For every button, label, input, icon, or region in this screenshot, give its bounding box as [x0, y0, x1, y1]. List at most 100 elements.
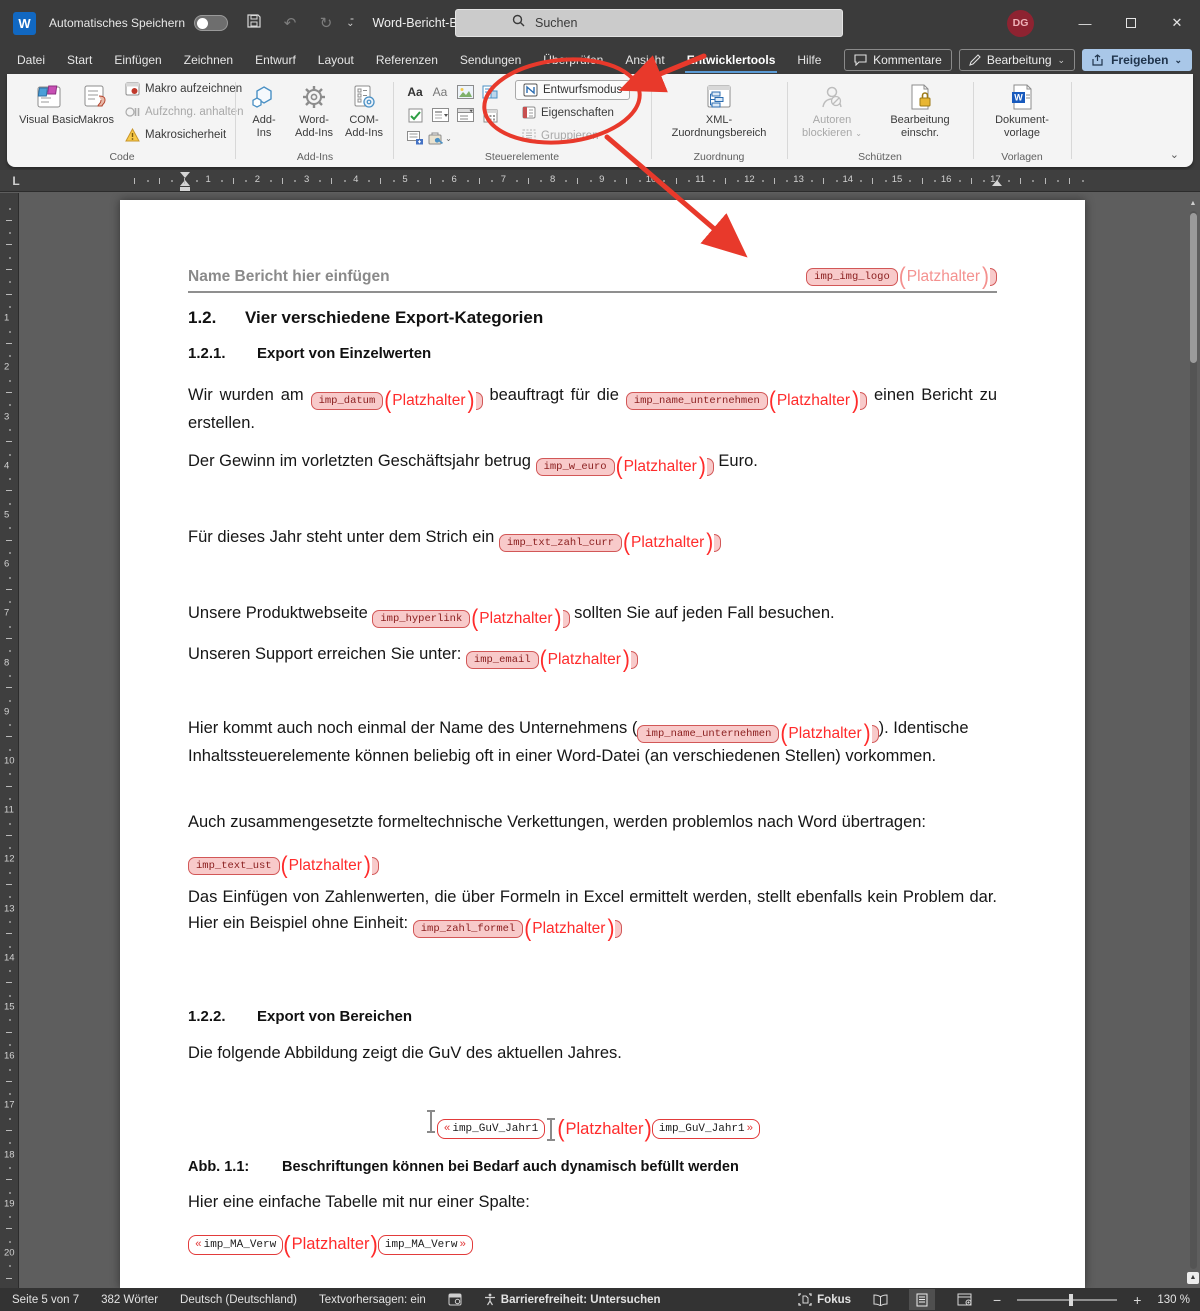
tab-referenzen[interactable]: Referenzen — [365, 48, 449, 72]
checkbox-control-icon[interactable] — [403, 104, 427, 126]
group-addins: Add-Ins Word-Add-Ins COM-Add-Ins Add-Ins — [239, 76, 391, 165]
save-icon[interactable] — [244, 13, 264, 33]
zoom-slider-thumb[interactable] — [1069, 1294, 1073, 1306]
restrict-editing-button[interactable]: Bearbeitungeinschr. — [877, 80, 963, 139]
group-button[interactable]: Gruppieren ⌄ — [522, 129, 610, 142]
content-control-imp-name-unternehmen[interactable]: imp_name_unternehmen(Platzhalter) — [626, 392, 867, 410]
autosave-toggle[interactable] — [194, 15, 228, 31]
content-control-imp-img-logo[interactable]: imp_img_logo ( Platzhalter ) — [806, 268, 997, 286]
bookmark-imp-ma-verw[interactable]: «imp_MA_Verw(Platzhalter)imp_MA_Verw» — [188, 1235, 473, 1255]
bearbeitung-button[interactable]: Bearbeitung⌄ — [959, 49, 1075, 71]
tab-layout[interactable]: Layout — [307, 48, 365, 72]
ribbon-tab-row: Datei Start Einfügen Zeichnen Entwurf La… — [0, 46, 1200, 74]
richtext-control-icon[interactable]: Aa — [403, 81, 427, 103]
paragraph-5: Unseren Support erreichen Sie unter: imp… — [188, 641, 997, 669]
content-control-imp-datum[interactable]: imp_datum(Platzhalter) — [311, 392, 483, 410]
tab-einfuegen[interactable]: Einfügen — [103, 48, 172, 72]
read-mode-button[interactable] — [867, 1289, 893, 1310]
datepicker-control-icon[interactable] — [478, 104, 502, 126]
content-control-imp-text-ust[interactable]: imp_text_ust(Platzhalter) — [188, 857, 379, 875]
zoom-level[interactable]: 130 % — [1157, 1294, 1190, 1306]
redo-icon[interactable]: ↻ — [316, 14, 336, 32]
tab-sendungen[interactable]: Sendungen — [449, 48, 532, 72]
text-predictions[interactable]: Textvorhersagen: ein — [319, 1294, 426, 1306]
web-layout-button[interactable] — [951, 1289, 977, 1310]
dropdown-control-icon[interactable] — [453, 104, 477, 126]
tab-ansicht[interactable]: Ansicht — [614, 48, 675, 72]
accessibility-check[interactable]: Barrierefreiheit: Untersuchen — [484, 1293, 661, 1306]
content-control-imp-txt-zahl-curr[interactable]: imp_txt_zahl_curr(Platzhalter) — [499, 534, 721, 552]
caption-abb-1-1: Abb. 1.1:Beschriftungen können bei Bedar… — [188, 1159, 997, 1175]
undo-icon[interactable]: ↶ — [280, 14, 300, 32]
word-addins-button[interactable]: Word-Add-Ins — [289, 80, 339, 139]
kommentare-button[interactable]: Kommentare — [844, 49, 952, 71]
content-control-imp-name-unternehmen-2[interactable]: imp_name_unternehmen(Platzhalter) — [637, 725, 878, 743]
content-control-imp-hyperlink[interactable]: imp_hyperlink(Platzhalter) — [372, 610, 569, 628]
makros-button[interactable]: Makros — [73, 80, 119, 127]
indent-marker[interactable] — [180, 172, 190, 190]
page-indicator[interactable]: Seite 5 von 7 — [12, 1294, 79, 1306]
combobox-control-icon[interactable] — [428, 104, 452, 126]
minimize-button[interactable]: — — [1062, 0, 1108, 46]
focus-button[interactable]: Fokus — [798, 1293, 851, 1306]
content-control-imp-email[interactable]: imp_email(Platzhalter) — [466, 651, 638, 669]
macro-security-button[interactable]: Makrosicherheit — [125, 128, 226, 142]
bookmark-start-tag[interactable]: «imp_GuV_Jahr1 — [437, 1119, 545, 1139]
bookmark-imp-guv-jahr1[interactable]: «imp_GuV_Jahr1(Platzhalter)imp_GuV_Jahr1… — [437, 1118, 761, 1141]
scroll-up-icon[interactable]: ▲ — [1187, 198, 1199, 210]
building-block-control-icon[interactable] — [478, 81, 502, 103]
xml-mapping-button[interactable]: XML-Zuordnungsbereich — [659, 80, 779, 139]
comment-icon — [854, 54, 867, 66]
tab-start[interactable]: Start — [56, 48, 103, 72]
properties-button[interactable]: Eigenschaften — [522, 106, 614, 119]
tab-entwurf[interactable]: Entwurf — [244, 48, 307, 72]
design-mode-button[interactable]: Entwurfsmodus — [515, 80, 630, 100]
picture-control-icon[interactable] — [453, 81, 477, 103]
tab-ueberpruefen[interactable]: Überprüfen — [532, 48, 614, 72]
search-input[interactable]: Suchen — [455, 9, 843, 37]
bookmark-start-tag[interactable]: «imp_MA_Verw — [188, 1235, 283, 1255]
plaintext-control-icon[interactable]: Aa — [428, 81, 452, 103]
toggle-knob — [197, 18, 208, 29]
ribbon-collapse-chevron[interactable]: ⌄ — [1170, 148, 1179, 161]
record-macro-button[interactable]: Makro aufzeichnen — [125, 82, 242, 96]
makros-icon — [73, 80, 119, 110]
repeating-section-control-icon[interactable] — [403, 127, 427, 149]
content-control-imp-w-euro[interactable]: imp_w_euro(Platzhalter) — [536, 458, 714, 476]
content-control-imp-zahl-formel[interactable]: imp_zahl_formel(Platzhalter) — [413, 920, 623, 938]
com-addins-button[interactable]: COM-Add-Ins — [339, 80, 389, 139]
zoom-in-button[interactable]: + — [1133, 1292, 1141, 1308]
tab-stop-selector[interactable]: L — [7, 173, 25, 189]
vertical-ruler[interactable]: 1234567891011121314151617181920 — [0, 193, 19, 1288]
visual-basic-button[interactable]: Visual Basic — [19, 80, 79, 127]
scroll-page-button[interactable]: ▲ — [1187, 1272, 1199, 1284]
freigeben-button[interactable]: Freigeben⌄ — [1082, 49, 1192, 71]
content-control-tag[interactable]: imp_img_logo — [806, 268, 898, 286]
text-predictions-icon[interactable] — [448, 1293, 462, 1306]
close-button[interactable]: ✕ — [1154, 0, 1200, 46]
maximize-button[interactable] — [1108, 0, 1154, 46]
zoom-slider[interactable] — [1017, 1299, 1117, 1301]
zoom-out-button[interactable]: − — [993, 1292, 1001, 1308]
tab-zeichnen[interactable]: Zeichnen — [173, 48, 244, 72]
quick-access-chevron-icon[interactable]: ⌄̄ — [346, 18, 354, 29]
horizontal-ruler[interactable]: L 1234567891011121314151617 — [0, 170, 1200, 192]
bookmark-end-tag[interactable]: imp_GuV_Jahr1» — [652, 1119, 760, 1139]
tab-datei[interactable]: Datei — [6, 48, 56, 72]
scrollbar-thumb[interactable] — [1190, 213, 1197, 363]
word-count[interactable]: 382 Wörter — [101, 1294, 158, 1306]
word-logo-icon: W — [13, 12, 36, 35]
block-authors-button[interactable]: Autorenblockieren ⌄ — [795, 80, 869, 140]
document-page[interactable]: Name Bericht hier einfügen imp_img_logo … — [120, 200, 1085, 1288]
document-template-button[interactable]: W Dokument-vorlage — [987, 80, 1057, 139]
tab-hilfe[interactable]: Hilfe — [786, 48, 832, 72]
bookmark-end-tag[interactable]: imp_MA_Verw» — [378, 1235, 473, 1255]
language-indicator[interactable]: Deutsch (Deutschland) — [180, 1294, 297, 1306]
tab-entwicklertools[interactable]: Entwicklertools — [676, 48, 787, 72]
addins-button[interactable]: Add-Ins — [241, 80, 287, 139]
pause-recording-button[interactable]: Aufzchng. anhalten — [125, 105, 243, 119]
legacy-tools-icon[interactable]: ⌄ — [428, 127, 452, 149]
vertical-scrollbar[interactable]: ▲ ▲ — [1187, 197, 1199, 1285]
print-layout-button[interactable] — [909, 1289, 935, 1310]
avatar[interactable]: DG — [1007, 10, 1034, 37]
